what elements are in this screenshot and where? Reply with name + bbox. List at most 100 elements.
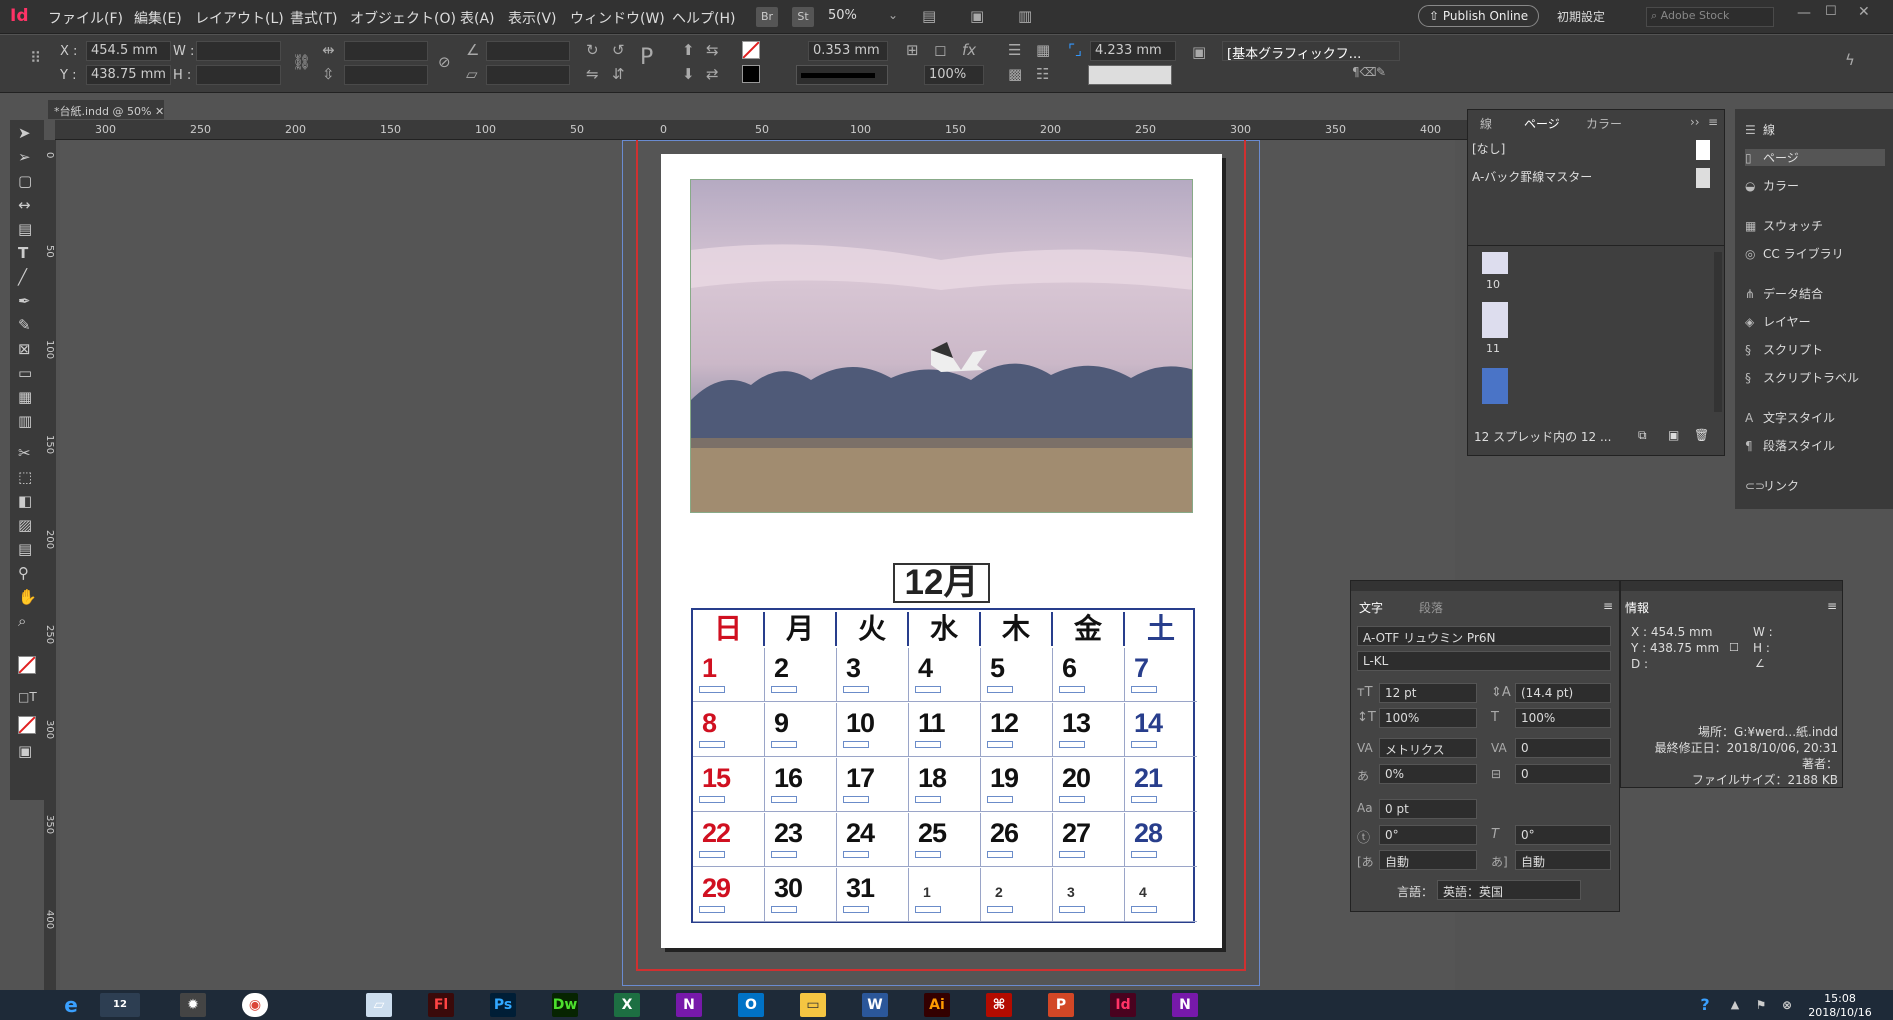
panel-grip[interactable] xyxy=(1621,581,1842,591)
rectangle-tool-icon[interactable]: ▭ xyxy=(18,364,32,382)
line-tool-icon[interactable]: ╱ xyxy=(18,268,27,286)
note-tool-icon[interactable]: ▤ xyxy=(18,540,32,558)
acrobat-icon[interactable]: ⌘ xyxy=(986,993,1012,1017)
rectangle-frame-tool-icon[interactable]: ⊠ xyxy=(18,340,31,358)
calendar-day-cell[interactable]: 2 xyxy=(981,868,1053,922)
calendar-day-cell[interactable]: 1 xyxy=(909,868,981,922)
new-page-icon[interactable]: ▣ xyxy=(1668,428,1679,442)
page-thumb[interactable] xyxy=(1482,302,1508,338)
gradient-feather-tool-icon[interactable]: ▨ xyxy=(18,516,32,534)
fit-frame-icon[interactable]: ⊞ xyxy=(906,41,919,59)
illustrator-icon[interactable]: Ai xyxy=(924,993,950,1017)
select-previous-icon[interactable]: ⬇ xyxy=(682,65,695,83)
menu-window[interactable]: ウィンドウ(W) xyxy=(570,8,665,28)
menu-table[interactable]: 表(A) xyxy=(460,8,495,28)
master-a[interactable]: A-バック罫線マスター xyxy=(1472,168,1592,185)
table-tool-icon[interactable]: ▦ xyxy=(18,388,32,406)
shear-field[interactable] xyxy=(486,65,570,85)
zoom-tool-icon[interactable]: ⌕ xyxy=(18,612,26,630)
menu-help[interactable]: ヘルプ(H) xyxy=(672,8,735,28)
window-group-icon[interactable]: 12 xyxy=(100,993,140,1017)
dock-layers[interactable]: ◈ レイヤー xyxy=(1745,313,1811,330)
menu-edit[interactable]: 編集(E) xyxy=(134,8,182,28)
workspace-switcher[interactable]: 初期設定 xyxy=(1557,8,1605,25)
horizontal-ruler[interactable]: 300 250 200 150 100 50 0 50 100 150 200 … xyxy=(55,120,1470,140)
calendar-day-cell[interactable]: 17 xyxy=(837,758,909,812)
dock-character-styles[interactable]: A 文字スタイル xyxy=(1745,409,1835,426)
calendar-day-cell[interactable]: 1 xyxy=(693,648,765,702)
w-field[interactable] xyxy=(196,41,281,61)
calendar-day-cell[interactable]: 13 xyxy=(1053,703,1125,757)
bridge-button[interactable]: Br xyxy=(756,7,778,27)
delete-page-icon[interactable]: 🗑 xyxy=(1694,428,1709,442)
font-size-field[interactable]: 12 pt xyxy=(1379,683,1477,703)
calendar-day-cell[interactable]: 23 xyxy=(765,813,837,867)
link-icon[interactable]: ⛓ xyxy=(292,53,311,71)
onenote-icon[interactable]: N xyxy=(676,993,702,1017)
select-next-icon[interactable]: ⇄ xyxy=(706,65,719,83)
rotate-icon[interactable]: ∠ xyxy=(466,41,479,59)
font-style-select[interactable]: L-KL xyxy=(1357,651,1611,671)
fill-stroke-swatch[interactable] xyxy=(18,656,36,674)
chevron-down-icon[interactable]: ⌄ xyxy=(888,8,898,22)
book-icon[interactable]: ▱ xyxy=(366,993,392,1017)
mojigumi-after-select[interactable]: 自動 xyxy=(1515,850,1611,870)
close-tab-icon[interactable]: ✕ xyxy=(155,105,164,118)
calendar-day-cell[interactable]: 29 xyxy=(693,868,765,922)
vertical-ruler[interactable]: 0 50 100 150 200 250 300 350 400 xyxy=(44,140,56,990)
word-icon[interactable]: W xyxy=(862,993,888,1017)
photo-frame[interactable] xyxy=(690,179,1193,513)
zoom-level[interactable]: 50% xyxy=(828,8,857,23)
object-style-select[interactable]: [基本グラフィックフ... xyxy=(1222,41,1400,61)
selection-tool-icon[interactable]: ➤ xyxy=(18,124,31,142)
calendar-day-cell[interactable]: 27 xyxy=(1053,813,1125,867)
eyedropper-tool-icon[interactable]: ⚲ xyxy=(18,564,29,582)
calendar-day-cell[interactable]: 18 xyxy=(909,758,981,812)
master-none[interactable]: [なし] xyxy=(1472,140,1505,157)
edit-page-size-icon[interactable]: ⧉ xyxy=(1638,428,1647,443)
free-transform-tool-icon[interactable]: ⬚ xyxy=(18,468,32,486)
kerning-field[interactable]: メトリクス xyxy=(1379,738,1477,758)
aki-field[interactable]: 0 xyxy=(1515,764,1611,784)
calendar-day-cell[interactable]: 2 xyxy=(765,648,837,702)
tab-pages[interactable]: ページ xyxy=(1524,115,1560,132)
fit-content-icon[interactable]: ◻ xyxy=(934,41,946,59)
tab-color[interactable]: カラー xyxy=(1586,115,1622,132)
dock-links[interactable]: ⊂⊃リンク xyxy=(1745,477,1799,494)
select-container-icon[interactable]: ⬆ xyxy=(682,41,695,59)
powerpoint-icon[interactable]: P xyxy=(1048,993,1074,1017)
calendar-day-cell[interactable]: 20 xyxy=(1053,758,1125,812)
panel-menu-icon[interactable]: ≡ xyxy=(1603,599,1613,613)
screen-mode-tool-icon[interactable]: ▣ xyxy=(18,742,32,760)
panel-menu-icon[interactable]: ≡ xyxy=(1708,115,1718,129)
calendar-day-cell[interactable]: 4 xyxy=(909,648,981,702)
offset-field[interactable]: 4.233 mm xyxy=(1090,41,1176,61)
dock-pages[interactable]: ▯ ページ xyxy=(1745,149,1885,166)
outlook-icon[interactable]: O xyxy=(738,993,764,1017)
dock-cc-libraries[interactable]: ◎ CC ライブラリ xyxy=(1745,245,1844,262)
calendar-day-cell[interactable]: 15 xyxy=(693,758,765,812)
pages-scrollbar[interactable] xyxy=(1714,252,1722,412)
calendar-day-cell[interactable]: 3 xyxy=(837,648,909,702)
ie-icon[interactable]: e xyxy=(58,993,84,1017)
pencil-tool-icon[interactable]: ✎ xyxy=(18,316,31,334)
tab-stroke[interactable]: 線 xyxy=(1480,115,1492,132)
hand-tool-icon[interactable]: ✋ xyxy=(18,588,37,606)
menu-view[interactable]: 表示(V) xyxy=(508,8,557,28)
stroke-type-select[interactable] xyxy=(796,65,888,85)
page-thumb-selected[interactable] xyxy=(1482,368,1508,404)
dreamweaver-icon[interactable]: Dw xyxy=(552,993,578,1017)
font-family-select[interactable]: A-OTF リュウミン Pr6N xyxy=(1357,626,1611,646)
panel-menu-icon[interactable]: ≡ xyxy=(1827,599,1837,613)
gradient-tool-icon[interactable]: ◧ xyxy=(18,492,32,510)
stroke-swatch[interactable] xyxy=(742,65,760,83)
text-wrap-jump-icon[interactable]: ☷ xyxy=(1036,65,1049,83)
constrain-icon[interactable]: ⊘ xyxy=(438,53,451,71)
lightning-icon[interactable]: ϟ xyxy=(1845,51,1855,69)
clear-overrides-icon[interactable]: ¶⌫ xyxy=(1352,65,1377,79)
scale-x-field[interactable] xyxy=(344,41,428,61)
menu-layout[interactable]: レイアウト(L) xyxy=(195,8,284,28)
formatting-affects-icon[interactable]: □T xyxy=(18,690,37,704)
edit-style-icon[interactable]: ✎ xyxy=(1376,65,1386,79)
shear-icon[interactable]: ▱ xyxy=(466,65,478,83)
